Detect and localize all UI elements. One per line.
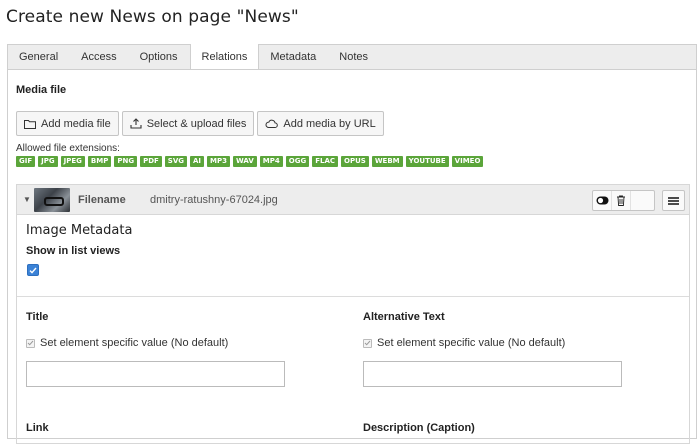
extension-badge-list: GIF JPG JPEG BMP PNG PDF SVG AI MP3 WAV MP4 OGG FLAC… bbox=[16, 156, 484, 167]
add-media-url-label: Add media by URL bbox=[283, 117, 376, 130]
media-file-heading: Media file bbox=[16, 84, 67, 96]
extension-badge: OGG bbox=[285, 156, 310, 167]
extension-badge: BMP bbox=[87, 156, 112, 167]
alt-text-field-label: Alternative Text bbox=[363, 311, 445, 323]
filename-value: dmitry-ratushny-67024.jpg bbox=[150, 194, 278, 206]
upload-icon bbox=[130, 118, 142, 129]
link-field-label: Link bbox=[26, 422, 49, 434]
title-override-row: Set element specific value (No default) bbox=[26, 337, 228, 349]
image-metadata-title: Image Metadata bbox=[26, 223, 133, 238]
alt-text-input[interactable] bbox=[363, 361, 622, 387]
description-field-label: Description (Caption) bbox=[363, 422, 475, 434]
tab-access[interactable]: Access bbox=[70, 45, 128, 69]
page-title: Create new News on page "News" bbox=[6, 7, 299, 27]
title-input[interactable] bbox=[26, 361, 285, 387]
extension-badge: JPG bbox=[38, 156, 58, 167]
extension-badge: VIMEO bbox=[451, 156, 484, 167]
extension-badge: JPEG bbox=[60, 156, 85, 167]
extension-badge: WAV bbox=[233, 156, 257, 167]
show-in-list-label: Show in list views bbox=[26, 245, 121, 257]
filename-label: Filename bbox=[78, 194, 126, 206]
show-in-list-checkbox[interactable] bbox=[27, 264, 39, 276]
file-action-group bbox=[592, 190, 655, 211]
relations-panel: Media file Add media file Select & uploa… bbox=[7, 69, 697, 444]
folder-icon bbox=[24, 119, 36, 129]
menu-icon[interactable] bbox=[662, 190, 685, 211]
select-upload-button[interactable]: Select & upload files bbox=[121, 111, 255, 136]
title-field-label: Title bbox=[26, 311, 49, 323]
alt-text-override-row: Set element specific value (No default) bbox=[363, 337, 565, 349]
extension-badge: FLAC bbox=[312, 156, 339, 167]
alt-text-override-checkbox[interactable] bbox=[363, 338, 372, 348]
file-reference-card: ▼ Filename dmitry-ratushny-67024.jpg Ima… bbox=[16, 184, 690, 444]
tab-notes[interactable]: Notes bbox=[328, 45, 380, 69]
tab-bar: General Access Options Relations Metadat… bbox=[7, 44, 697, 70]
tab-general[interactable]: General bbox=[8, 45, 70, 69]
toggle-icon[interactable] bbox=[593, 191, 612, 210]
file-thumbnail bbox=[34, 188, 70, 212]
tab-options[interactable]: Options bbox=[129, 45, 190, 69]
extension-badge: GIF bbox=[16, 156, 36, 167]
alt-text-override-label: Set element specific value (No default) bbox=[377, 337, 566, 349]
tab-metadata[interactable]: Metadata bbox=[259, 45, 328, 69]
select-upload-label: Select & upload files bbox=[146, 117, 247, 130]
file-reference-header[interactable]: ▼ Filename dmitry-ratushny-67024.jpg bbox=[17, 185, 689, 215]
section-divider bbox=[17, 296, 689, 297]
extension-badge: AI bbox=[190, 156, 205, 167]
collapse-caret-icon[interactable]: ▼ bbox=[23, 195, 31, 204]
extension-badge: MP3 bbox=[207, 156, 231, 167]
cloud-icon bbox=[265, 119, 279, 128]
title-override-checkbox[interactable] bbox=[26, 338, 35, 348]
extension-badge: OPUS bbox=[341, 156, 369, 167]
add-media-file-button[interactable]: Add media file bbox=[16, 111, 119, 136]
extension-badge: MP4 bbox=[259, 156, 283, 167]
extension-badge: SVG bbox=[164, 156, 188, 167]
add-media-file-label: Add media file bbox=[41, 117, 111, 130]
extension-badge: PDF bbox=[140, 156, 162, 167]
allowed-extensions-label: Allowed file extensions: bbox=[16, 143, 120, 154]
extension-badge: WEBM bbox=[371, 156, 403, 167]
extension-badge: YOUTUBE bbox=[405, 156, 449, 167]
trash-icon[interactable] bbox=[612, 191, 631, 210]
media-button-row: Add media file Select & upload files Add… bbox=[16, 111, 384, 136]
extension-badge: PNG bbox=[114, 156, 138, 167]
add-media-url-button[interactable]: Add media by URL bbox=[257, 111, 384, 136]
action-spacer bbox=[631, 191, 654, 210]
title-override-label: Set element specific value (No default) bbox=[40, 337, 229, 349]
tab-relations[interactable]: Relations bbox=[189, 44, 260, 70]
